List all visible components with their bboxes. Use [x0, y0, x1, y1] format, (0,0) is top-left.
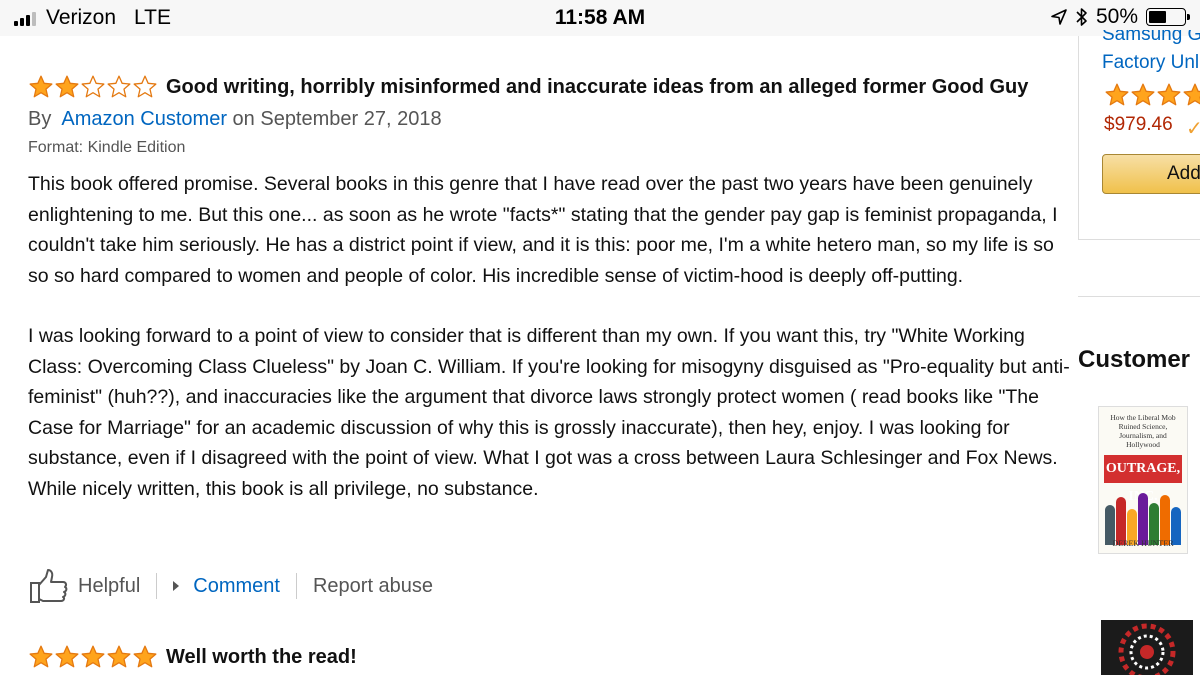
battery-icon	[1146, 8, 1190, 26]
star-filled-icon	[55, 645, 79, 668]
star-filled-icon	[81, 645, 105, 668]
prime-check-icon: ✓	[1186, 118, 1200, 140]
star-filled-icon	[29, 645, 53, 668]
star-filled-icon	[55, 75, 79, 98]
star-filled-icon	[107, 645, 131, 668]
customers-section-heading: Customer	[1078, 346, 1191, 373]
star-empty-icon	[133, 75, 157, 98]
book-cover-second[interactable]	[1101, 620, 1193, 675]
book-author: DEREK HUNTER	[1112, 539, 1174, 548]
comment-link[interactable]: Comment	[173, 575, 280, 598]
review-format: Format: Kindle Edition	[28, 139, 186, 156]
review-title-link[interactable]: Good writing, horribly misinformed and i…	[166, 76, 1028, 99]
review-title-link[interactable]: Well worth the read!	[166, 646, 357, 669]
report-abuse-link[interactable]: Report abuse	[313, 575, 433, 598]
review-body: This book offered promise. Several books…	[28, 169, 1073, 504]
ad-price: $979.46	[1104, 114, 1173, 135]
review-byline: By Amazon Customer on September 27, 2018	[28, 108, 1068, 131]
book-cover-illustration	[1103, 489, 1183, 545]
book-cover-outrage-inc[interactable]: How the Liberal Mob Ruined Science, Jour…	[1098, 406, 1188, 554]
caret-right-icon	[173, 581, 180, 591]
helpful-button[interactable]: Helpful	[28, 568, 140, 604]
review-title-row: Good writing, horribly misinformed and i…	[28, 70, 1068, 104]
location-arrow-icon	[1051, 9, 1067, 25]
star-empty-icon	[107, 75, 131, 98]
divider	[156, 573, 158, 599]
helpful-label: Helpful	[78, 574, 141, 597]
review-date: on September 27, 2018	[232, 108, 442, 130]
ios-status-bar: Verizon LTE 11:58 AM 50%	[0, 0, 1200, 36]
star-rating	[28, 644, 158, 670]
ad-product-title-line2[interactable]: Factory Unl	[1102, 52, 1199, 74]
status-time: 11:58 AM	[554, 6, 646, 29]
divider	[295, 573, 297, 599]
ad-star-rating	[1104, 82, 1200, 108]
bluetooth-icon	[1076, 8, 1087, 26]
star-filled-icon	[29, 75, 53, 98]
battery-percent: 50%	[1095, 5, 1138, 28]
star-filled-icon	[1157, 83, 1181, 106]
thumbs-up-icon	[30, 569, 68, 603]
star-rating	[28, 74, 158, 100]
star-filled-icon	[1105, 83, 1129, 106]
review-actions: Helpful Comment Report abuse	[28, 566, 433, 606]
divider	[1078, 296, 1200, 297]
book-title: OUTRAGE, INC.	[1104, 455, 1182, 504]
review-paragraph: I was looking forward to a point of view…	[28, 325, 1070, 500]
review-item: Well worth the read!	[28, 640, 1068, 674]
star-filled-icon	[1183, 83, 1200, 106]
review-title-row: Well worth the read!	[28, 640, 1068, 674]
book-tagline: How the Liberal Mob Ruined Science, Jour…	[1110, 413, 1176, 449]
star-empty-icon	[81, 75, 105, 98]
status-right: 50%	[1050, 5, 1190, 29]
star-filled-icon	[1131, 83, 1155, 106]
add-to-cart-button[interactable]: Add	[1102, 154, 1200, 194]
star-filled-icon	[133, 645, 157, 668]
review-paragraph: This book offered promise. Several books…	[28, 173, 1058, 287]
reviewer-name-link[interactable]: Amazon Customer	[61, 108, 227, 130]
ad-product-title-line1[interactable]: Samsung G	[1102, 30, 1200, 48]
comment-label: Comment	[193, 574, 280, 597]
by-prefix: By	[28, 108, 52, 130]
book-cover-art	[1118, 623, 1176, 675]
review-item: Good writing, horribly misinformed and i…	[28, 70, 1070, 504]
